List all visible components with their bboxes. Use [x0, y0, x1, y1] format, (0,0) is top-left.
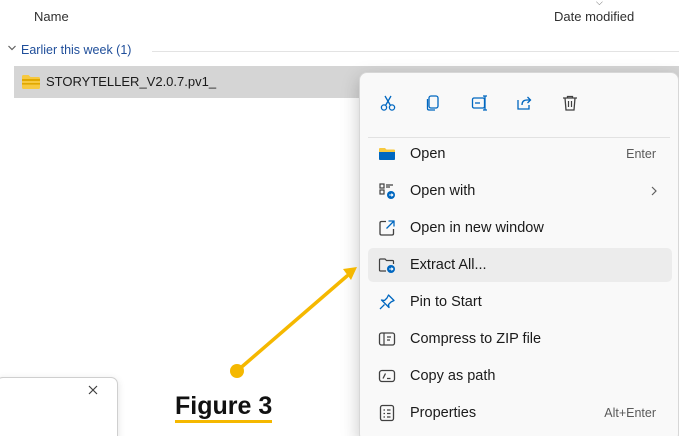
group-header[interactable]: Earlier this week (1) [0, 40, 679, 62]
properties-icon [379, 404, 395, 422]
menu-item-properties[interactable]: Properties Alt+Enter [368, 396, 672, 430]
menu-item-open-in-new-window[interactable]: Open in new window [368, 211, 672, 245]
rename-button[interactable] [466, 89, 494, 117]
chevron-right-icon [651, 186, 657, 196]
path-icon [378, 369, 396, 383]
zip-icon [378, 332, 396, 346]
copy-button[interactable] [419, 89, 447, 117]
column-header-row: Name ⌵ Date modified [0, 0, 679, 32]
new-window-icon [379, 220, 395, 236]
copy-icon [426, 95, 439, 111]
chevron-down-icon [8, 45, 16, 51]
cut-button[interactable] [374, 89, 402, 117]
close-icon[interactable] [87, 384, 99, 396]
group-divider [152, 51, 679, 52]
trash-icon [563, 95, 577, 111]
quick-actions-bar [360, 73, 678, 131]
scissors-icon [380, 95, 396, 111]
share-button[interactable] [510, 89, 538, 117]
folder-icon [379, 148, 395, 160]
menu-item-copy-as-path[interactable]: Copy as path [368, 359, 672, 393]
context-menu: Open Enter Open with Open in new window [359, 72, 679, 436]
share-icon [517, 96, 532, 110]
menu-item-compress-to-zip[interactable]: Compress to ZIP file [368, 322, 672, 356]
figure-label: Figure 3 [175, 392, 273, 423]
apps-icon [379, 183, 395, 199]
menu-item-open-with[interactable]: Open with [368, 174, 672, 208]
column-header-date-modified[interactable]: Date modified [554, 9, 634, 24]
zip-folder-icon [22, 75, 40, 89]
partial-dialog [0, 377, 118, 436]
extract-folder-icon [378, 258, 395, 273]
rename-icon [471, 95, 487, 111]
menu-item-pin-to-start[interactable]: Pin to Start [368, 285, 672, 319]
sort-chevron-icon: ⌵ [596, 0, 603, 7]
file-name: STORYTELLER_V2.0.7.pv1_ [46, 74, 217, 89]
menu-item-extract-all[interactable]: Extract All... [368, 248, 672, 282]
pin-icon [379, 294, 395, 310]
group-label: Earlier this week (1) [21, 43, 132, 57]
column-header-name[interactable]: Name [34, 9, 69, 24]
delete-button[interactable] [556, 89, 584, 117]
menu-item-open[interactable]: Open Enter [368, 137, 672, 171]
